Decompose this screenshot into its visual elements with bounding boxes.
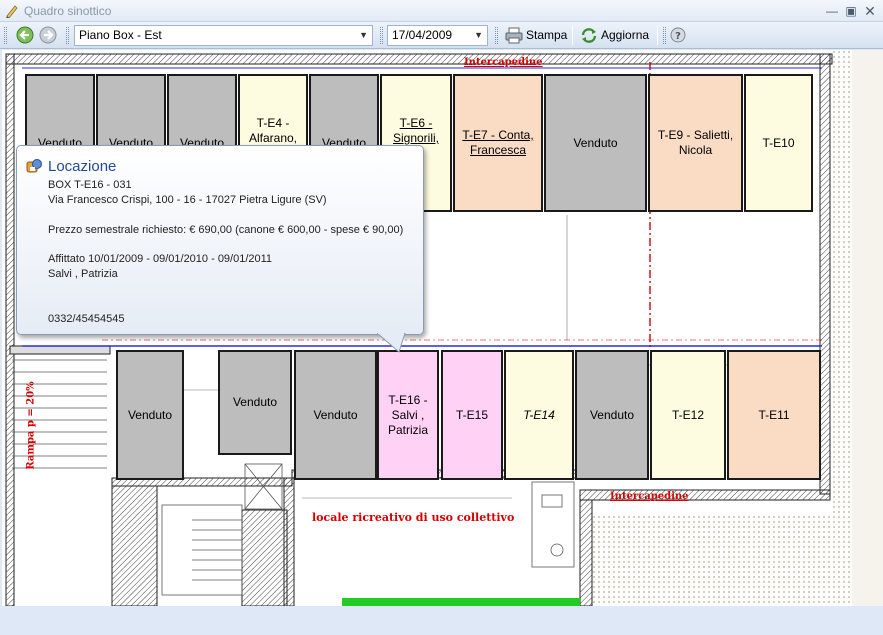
printer-icon xyxy=(505,27,523,44)
toolbar-separator xyxy=(572,26,573,45)
box-label: Venduto xyxy=(573,135,618,150)
chevron-down-icon[interactable]: ▼ xyxy=(359,26,368,45)
box-label: T-E10 xyxy=(762,135,795,150)
room-label: locale ricreativo di uso collettivo xyxy=(312,511,515,524)
box-label: T-E12 xyxy=(671,407,704,422)
tooltip-pointer xyxy=(377,333,406,353)
parking-box[interactable]: Venduto xyxy=(116,350,184,480)
tooltip-rented-period: Affittato 10/01/2009 - 09/01/2010 - 09/0… xyxy=(48,253,273,265)
title-bar: Quadro sinottico — ▣ ✕ xyxy=(0,0,883,22)
box-label: T-E15 xyxy=(455,407,488,422)
date-picker-value: 17/04/2009 xyxy=(392,28,453,42)
parking-box[interactable]: T-E14 xyxy=(504,350,574,480)
date-picker[interactable]: 17/04/2009 ▼ xyxy=(387,25,488,46)
chevron-down-icon[interactable]: ▼ xyxy=(474,26,483,45)
box-label: T-E16 - Salvi , Patrizia xyxy=(387,392,428,437)
box-label: Venduto xyxy=(127,407,173,422)
refresh-icon xyxy=(581,28,597,43)
box-label: T-E4 - Alfarano, xyxy=(248,116,298,145)
parking-box[interactable]: T-E7 - Conta, Francesca xyxy=(453,74,543,212)
box-label: T-E14 xyxy=(523,407,555,422)
toolbar-grip[interactable] xyxy=(495,27,498,44)
maximize-icon[interactable]: ▣ xyxy=(842,3,860,19)
status-bar xyxy=(0,606,883,635)
floor-select-value: Piano Box - Est xyxy=(79,28,162,42)
box-label: T-E9 - Salietti, Nicola xyxy=(657,128,734,157)
parking-box[interactable]: Venduto xyxy=(294,350,377,480)
svg-text:?: ? xyxy=(675,31,681,42)
help-icon[interactable]: ? xyxy=(670,27,686,43)
close-icon[interactable]: ✕ xyxy=(861,3,879,19)
parking-box[interactable]: T-E15 xyxy=(441,350,503,480)
tooltip-title: Locazione xyxy=(48,158,117,175)
back-arrow-icon[interactable] xyxy=(16,26,34,44)
tooltip-box-code: BOX T-E16 - 031 xyxy=(48,179,132,191)
parking-box[interactable]: Venduto xyxy=(544,74,647,212)
refresh-button-label: Aggiorna xyxy=(601,28,650,42)
toolbar-grip[interactable] xyxy=(66,27,69,44)
intercapedine-label-top: Intercapedine xyxy=(464,57,543,68)
minimize-icon[interactable]: — xyxy=(823,3,841,19)
tooltip-tenant: Salvi , Patrizia xyxy=(48,268,118,280)
toolbar-grip[interactable] xyxy=(663,27,666,44)
parking-box[interactable]: T-E10 xyxy=(744,74,813,212)
app-icon xyxy=(6,5,18,18)
parking-box[interactable]: T-E9 - Salietti, Nicola xyxy=(648,74,743,212)
location-icon xyxy=(26,159,42,173)
toolbar-grip[interactable] xyxy=(4,27,7,44)
tooltip-phone: 0332/45454545 xyxy=(48,313,125,325)
forward-arrow-icon[interactable] xyxy=(39,26,57,44)
refresh-button[interactable]: Aggiorna xyxy=(577,24,653,47)
vertical-scroll-area[interactable] xyxy=(852,50,883,606)
box-label: T-E11 xyxy=(758,407,790,422)
box-label: T-E7 - Conta, Francesca xyxy=(462,128,534,157)
parking-box[interactable]: T-E16 - Salvi , Patrizia xyxy=(377,350,439,480)
box-label: Venduto xyxy=(589,407,635,422)
parking-box[interactable]: T-E11 xyxy=(727,350,821,480)
floor-plan-canvas[interactable]: Venduto Venduto Venduto T-E4 - Alfarano,… xyxy=(2,50,852,606)
tooltip-price: Prezzo semestrale richiesto: € 690,00 (c… xyxy=(48,224,404,236)
floor-select[interactable]: Piano Box - Est ▼ xyxy=(74,25,373,46)
ramp-label: Rampa p = 20% xyxy=(25,381,37,470)
box-label: Venduto xyxy=(313,407,358,422)
box-label: T-E6 - Signorili, xyxy=(392,116,440,145)
parking-box[interactable]: Venduto xyxy=(218,350,292,455)
print-button-label: Stampa xyxy=(526,28,568,42)
toolbar: Piano Box - Est ▼ 17/04/2009 ▼ Stampa Ag… xyxy=(0,22,883,49)
location-tooltip: Locazione BOX T-E16 - 031 Via Francesco … xyxy=(16,145,424,335)
parking-box[interactable]: T-E12 xyxy=(650,350,726,480)
intercapedine-label-right: Intercapedine xyxy=(610,491,689,502)
box-label: Venduto xyxy=(232,395,278,409)
toolbar-grip[interactable] xyxy=(380,27,383,44)
print-button[interactable]: Stampa xyxy=(502,24,571,47)
parking-box[interactable]: Venduto xyxy=(575,350,649,480)
tooltip-address: Via Francesco Crispi, 100 - 16 - 17027 P… xyxy=(48,194,327,206)
toolbar-separator xyxy=(657,26,658,45)
window-title: Quadro sinottico xyxy=(24,4,112,18)
